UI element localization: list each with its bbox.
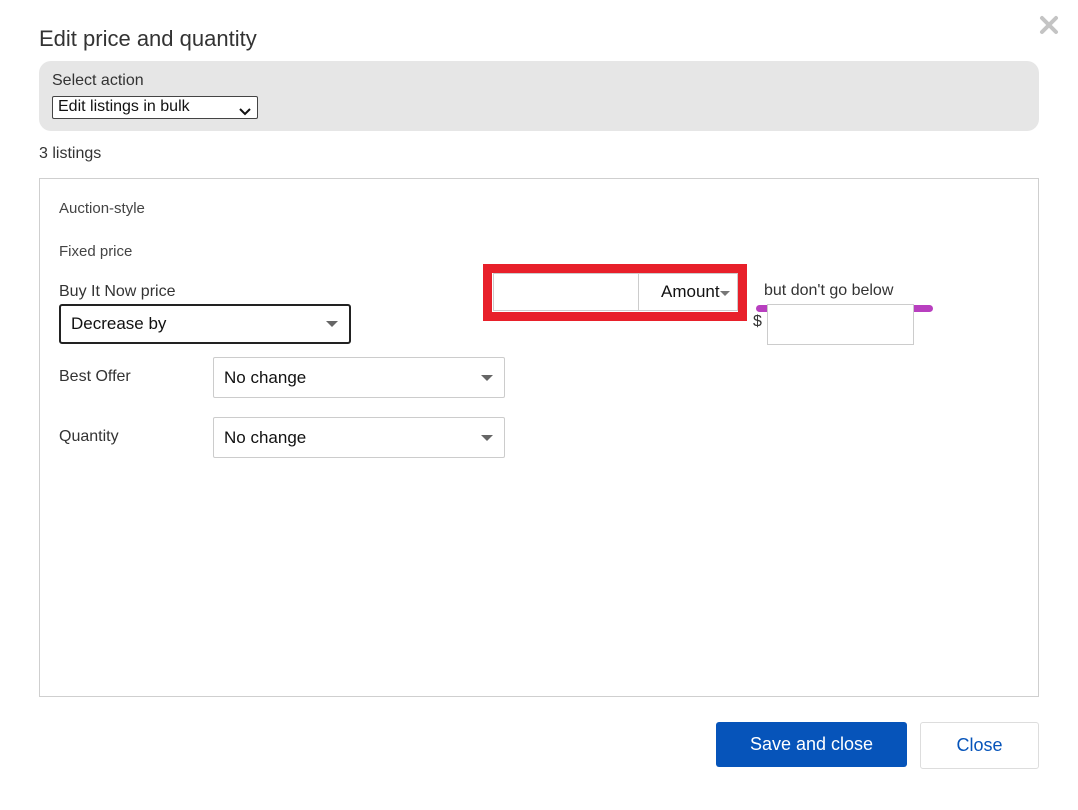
edit-price-quantity-dialog: Edit price and quantity Select action Ed… xyxy=(0,0,1078,810)
caret-down-icon xyxy=(720,291,730,296)
buy-it-now-label: Buy It Now price xyxy=(59,283,176,300)
fixed-price-heading: Fixed price xyxy=(59,243,133,260)
action-select[interactable]: Edit listings in bulk xyxy=(52,96,258,119)
best-offer-select[interactable]: No change xyxy=(213,357,505,398)
chevron-down-icon xyxy=(239,103,251,121)
minimum-price-input[interactable] xyxy=(767,304,914,345)
select-action-label: Select action xyxy=(52,72,144,89)
caret-down-icon xyxy=(481,434,493,441)
edit-panel xyxy=(39,178,1039,697)
minimum-price-label: but don't go below xyxy=(764,282,894,299)
close-icon[interactable] xyxy=(1038,14,1060,36)
best-offer-label: Best Offer xyxy=(59,368,131,385)
save-and-close-button[interactable]: Save and close xyxy=(716,722,907,767)
caret-down-icon xyxy=(481,374,493,381)
price-amount-input[interactable] xyxy=(493,273,638,311)
buy-it-now-mode-select[interactable]: Decrease by xyxy=(59,304,351,344)
caret-down-icon xyxy=(326,321,338,327)
close-button[interactable]: Close xyxy=(920,722,1039,769)
dialog-title: Edit price and quantity xyxy=(39,26,257,51)
auction-style-heading: Auction-style xyxy=(59,200,145,217)
quantity-value: No change xyxy=(224,427,307,447)
amount-unit-value: Amount xyxy=(661,282,720,301)
amount-unit-select[interactable]: Amount xyxy=(638,273,738,311)
action-select-value: Edit listings in bulk xyxy=(58,98,190,115)
quantity-select[interactable]: No change xyxy=(213,417,505,458)
listing-count: 3 listings xyxy=(39,145,102,162)
quantity-label: Quantity xyxy=(59,428,119,445)
action-panel: Select action Edit listings in bulk xyxy=(39,61,1039,131)
best-offer-value: No change xyxy=(224,367,307,387)
buy-it-now-mode-value: Decrease by xyxy=(71,314,167,333)
currency-symbol: $ xyxy=(753,313,762,330)
